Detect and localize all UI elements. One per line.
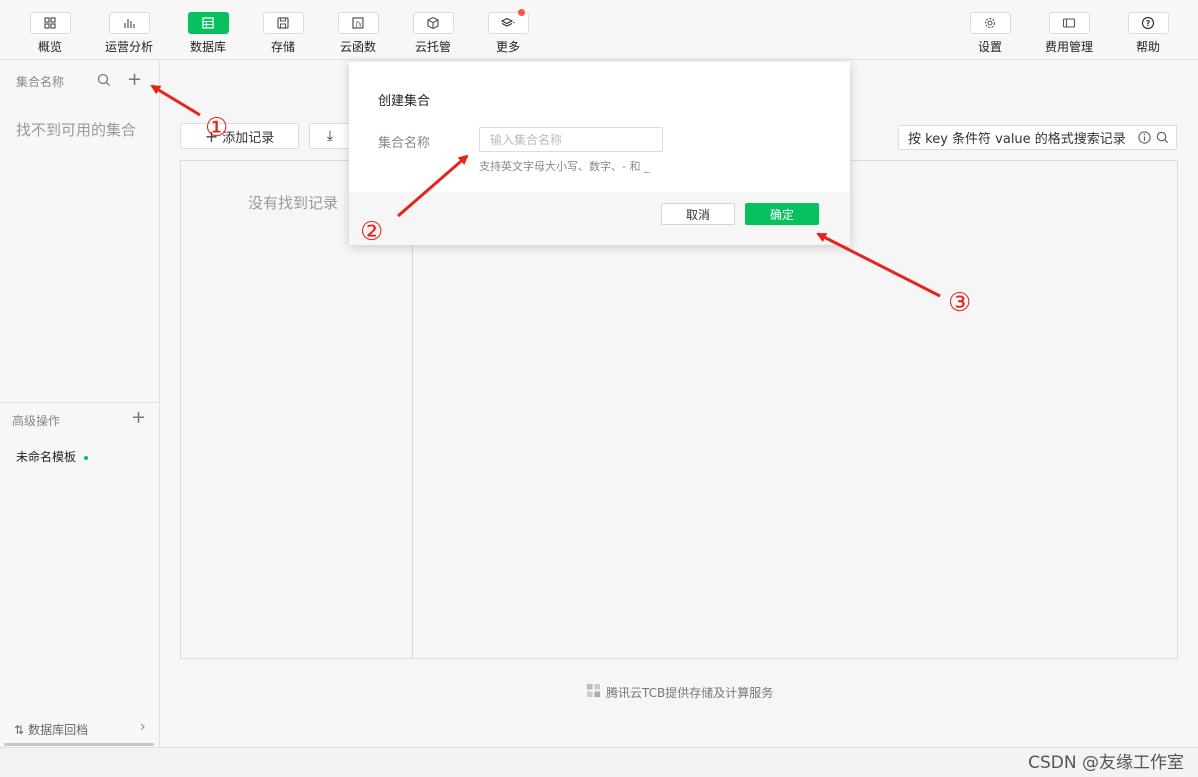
function-icon: fx [337, 12, 379, 34]
toolbar-more[interactable]: 更多 [478, 9, 538, 55]
confirm-button[interactable]: 确定 [745, 203, 819, 225]
watermark: CSDN @友缘工作室 [1028, 753, 1184, 773]
step-marker-2: ② [360, 217, 384, 247]
collection-name-label: 集合名称 [378, 136, 431, 151]
notification-badge [518, 9, 525, 16]
tcb-logo-icon [586, 683, 601, 701]
add-record-label: 添加记录 [222, 130, 275, 146]
toolbar-label: 数据库 [189, 40, 226, 54]
template-label: 未命名模板 [16, 450, 77, 464]
advanced-ops-title: 高级操作 [12, 414, 61, 428]
empty-collections-text: 找不到可用的集合 [16, 121, 137, 139]
database-rollback-link[interactable]: ⇅ 数据库回档 [14, 721, 88, 738]
svg-text:fx: fx [355, 21, 363, 29]
toolbar-help[interactable]: ? 帮助 [1118, 12, 1178, 55]
download-icon: ⤓ [326, 128, 334, 144]
toolbar-label: 存储 [270, 40, 295, 54]
collection-list-title: 集合名称 [16, 75, 65, 89]
info-icon[interactable] [1137, 130, 1152, 149]
toolbar-analytics[interactable]: 运营分析 [99, 12, 159, 55]
divider [0, 402, 159, 403]
status-bar: CSDN @友缘工作室 [0, 747, 1198, 777]
add-collection-button[interactable]: + [127, 71, 142, 89]
toolbar-billing[interactable]: 费用管理 [1039, 12, 1099, 55]
toolbar-label: 云托管 [414, 40, 451, 54]
bar-chart-icon [108, 12, 150, 34]
add-template-button[interactable]: + [131, 409, 146, 427]
dialog-title: 创建集合 [378, 94, 431, 109]
collection-sidebar: 集合名称 + 找不到可用的集合 高级操作 + 未命名模板 ⇅ 数据库回档 › [0, 61, 160, 747]
record-search-input[interactable]: 按 key 条件符 value 的格式搜索记录 [898, 125, 1177, 150]
toolbar-label: 设置 [977, 40, 1002, 54]
step-marker-1: ① [205, 113, 229, 143]
gear-icon [969, 12, 1011, 34]
toolbar-overview[interactable]: 概览 [20, 12, 80, 55]
no-records-text: 没有找到记录 [248, 194, 339, 212]
provider-note: 腾讯云TCB提供存储及计算服务 [586, 683, 773, 701]
add-record-button[interactable]: + 添加记录 [180, 123, 299, 149]
toolbar-database[interactable]: 数据库 [178, 12, 238, 55]
search-icon[interactable] [1155, 130, 1170, 149]
search-icon[interactable] [96, 72, 112, 88]
toolbar-label: 费用管理 [1044, 40, 1093, 54]
step-marker-3: ③ [948, 288, 972, 318]
dialog-footer: 取消 确定 [349, 192, 850, 245]
toolbar-label: 概览 [37, 40, 62, 54]
toolbar-label: 帮助 [1135, 40, 1160, 54]
toolbar-storage[interactable]: 存储 [253, 12, 313, 55]
provider-note-text: 腾讯云TCB提供存储及计算服务 [606, 685, 774, 700]
toolbar-label: 云函数 [339, 40, 376, 54]
collection-name-input[interactable] [479, 127, 663, 152]
save-icon [262, 12, 304, 34]
top-toolbar: 概览 运营分析 数据库 存储 fx 云函数 云托管 更多 设置 费用管理 ? 帮… [0, 0, 1198, 60]
chevron-right-icon[interactable]: › [140, 719, 146, 735]
help-icon: ? [1127, 12, 1169, 34]
toolbar-label: 更多 [495, 40, 520, 54]
status-dot [84, 455, 89, 460]
template-item[interactable]: 未命名模板 [16, 448, 89, 465]
toolbar-settings[interactable]: 设置 [960, 12, 1020, 55]
input-hint: 支持英文字母大小写、数字、- 和 _ [479, 160, 650, 173]
toolbar-label: 运营分析 [104, 40, 153, 54]
cube-icon [412, 12, 454, 34]
cancel-button[interactable]: 取消 [661, 203, 735, 225]
toolbar-cloud-hosting[interactable]: 云托管 [403, 12, 463, 55]
database-icon [187, 12, 229, 34]
grid-icon [29, 12, 71, 34]
search-placeholder: 按 key 条件符 value 的格式搜索记录 [908, 132, 1126, 147]
rollback-label: 数据库回档 [28, 723, 89, 737]
svg-text:?: ? [1146, 19, 1151, 28]
create-collection-dialog: 创建集合 集合名称 支持英文字母大小写、数字、- 和 _ 取消 确定 [349, 62, 850, 245]
sort-icon: ⇅ [14, 722, 25, 737]
toolbar-cloud-function[interactable]: fx 云函数 [328, 12, 388, 55]
sidebar-scrollbar[interactable] [4, 743, 154, 746]
billing-icon [1048, 12, 1090, 34]
import-button[interactable]: ⤓ [309, 123, 351, 149]
